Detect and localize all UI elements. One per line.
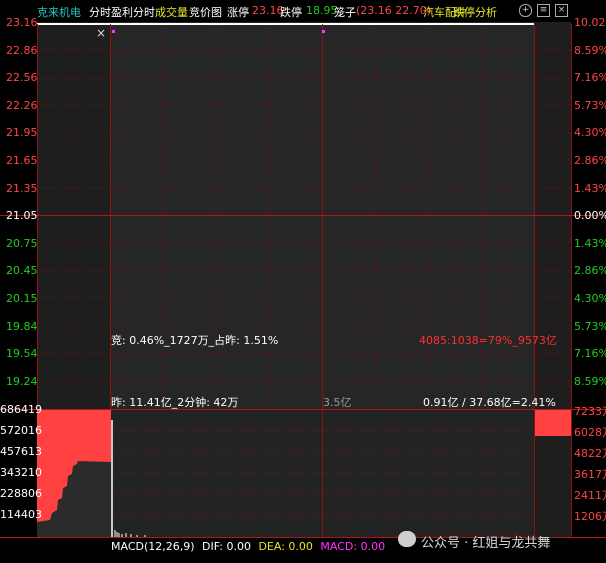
percent-tick-label: 10.02%: [574, 16, 606, 29]
percent-tick-label: 4.30%: [574, 292, 606, 305]
volume-ratio-text: 0.91亿 / 37.68亿=2.41%: [423, 396, 556, 409]
volume-tick-label: 2411万: [574, 489, 606, 502]
price-tick-label: 20.75: [6, 236, 38, 250]
percent-tick-label: 1.43%: [574, 236, 606, 250]
volume-tick-label: 457613: [0, 445, 42, 458]
volume-tick-label: 3617万: [574, 468, 606, 481]
percent-tick-label: 8.59%: [574, 43, 606, 57]
chart-grid-svg: ×: [0, 23, 606, 538]
price-tick-label: 22.86: [6, 43, 38, 57]
volume-tick-label: 572016: [0, 424, 42, 437]
wechat-icon: [398, 531, 416, 547]
percent-tick-label: 4.30%: [574, 126, 606, 140]
volume-tick-label: 228806: [0, 487, 42, 500]
dif-value: 0.00: [226, 540, 251, 553]
volume-tick-label: 4822万: [574, 447, 606, 460]
percent-tick-label: 5.73%: [574, 319, 606, 333]
macd-value-label: MACD:: [320, 540, 358, 553]
percent-tick-label: 1.43%: [574, 181, 606, 195]
price-tick-label: 21.35: [6, 181, 38, 195]
watermark-text: 公众号 · 红姐与龙共舞: [421, 536, 551, 551]
price-tick-label: 19.24: [6, 374, 38, 388]
macd-label: MACD(12,26,9): [111, 540, 195, 553]
auction-ratio-text: 4085:1038=79%_9573亿: [419, 334, 557, 347]
volume-scale-text: 3.5亿: [323, 396, 352, 409]
price-tick-label: 19.54: [6, 347, 38, 361]
price-tick-label: 20.15: [6, 292, 38, 305]
dea-label: DEA:: [258, 540, 285, 553]
dif-label: DIF:: [202, 540, 223, 553]
percent-tick-label: 7.16%: [574, 347, 606, 361]
percent-tick-label: 8.59%: [574, 374, 606, 388]
auction-info-text: 竞: 0.46%_1727万_占昨: 1.51%: [111, 334, 279, 347]
price-tick-label: 22.26: [6, 98, 38, 112]
price-tick-label: 22.56: [6, 71, 38, 85]
volume-yesterday-text: 昨: 11.41亿_2分钟: 42万: [111, 396, 239, 409]
volume-tick-label: 686419: [0, 403, 42, 416]
macd-indicator-bar[interactable]: MACD(12,26,9) DIF: 0.00 DEA: 0.00 MACD: …: [111, 540, 385, 553]
macd-value: 0.00: [360, 540, 386, 553]
svg-text:×: ×: [96, 26, 106, 40]
volume-tick-label: 6028万: [574, 426, 606, 439]
price-tick-label: 23.16: [6, 16, 38, 29]
percent-tick-label: 7.16%: [574, 71, 606, 85]
percent-tick-label: 5.73%: [574, 98, 606, 112]
percent-tick-label: 0.00%: [574, 209, 606, 223]
watermark: 公众号 · 红姐与龙共舞: [398, 530, 598, 552]
price-tick-label: 20.45: [6, 264, 38, 278]
price-tick-label: 21.65: [6, 154, 38, 167]
price-tick-label: 21.95: [6, 126, 38, 140]
percent-tick-label: 2.86%: [574, 154, 606, 167]
volume-tick-label: 114403: [0, 508, 42, 521]
percent-tick-label: 2.86%: [574, 264, 606, 278]
price-tick-label: 21.05: [6, 209, 38, 223]
volume-tick-label: 1206万: [574, 510, 606, 523]
volume-tick-label: 7233万: [574, 405, 606, 418]
volume-tick-label: 343210: [0, 466, 42, 479]
price-tick-label: 19.84: [6, 319, 38, 333]
dea-value: 0.00: [288, 540, 313, 553]
